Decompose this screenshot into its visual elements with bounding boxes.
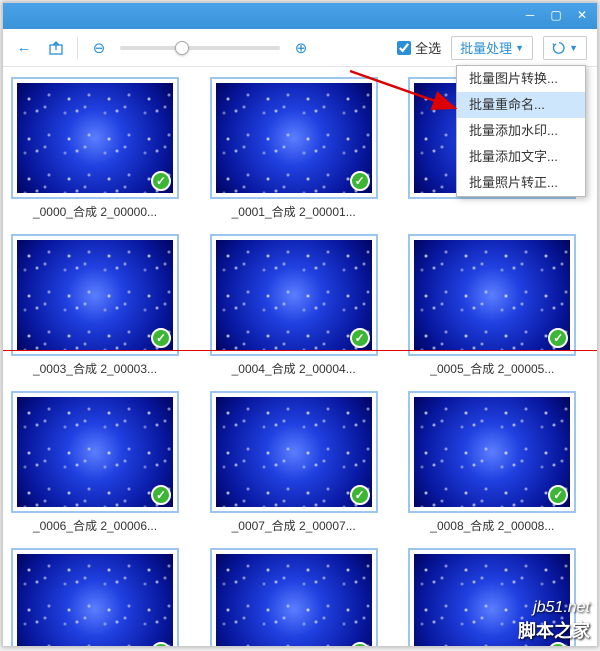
batch-process-label: 批量处理 [460, 38, 512, 57]
thumbnail-image[interactable]: ✓ [210, 77, 378, 199]
thumbnail-image[interactable]: ✓ [408, 391, 576, 513]
thumbnail-caption: _0003_合成 2_00003... [11, 360, 179, 377]
back-button[interactable]: ← [13, 37, 35, 59]
watermark-domain: jb51.net [518, 599, 590, 617]
up-level-button[interactable] [45, 37, 67, 59]
thumbnail[interactable]: ✓ _0005_合成 2_00005... [408, 234, 576, 377]
check-icon: ✓ [151, 171, 171, 191]
minimize-button[interactable]: ─ [517, 6, 543, 24]
thumbnail-image[interactable]: ✓ [210, 548, 378, 646]
thumbnail-image[interactable]: ✓ [210, 391, 378, 513]
thumbnail[interactable]: ✓ _0003_合成 2_00003... [11, 234, 179, 377]
thumbnail-image[interactable]: ✓ [11, 548, 179, 646]
thumbnail-image[interactable]: ✓ [11, 234, 179, 356]
menu-item[interactable]: 批量图片转换... [457, 66, 585, 92]
rotate-button[interactable]: ▼ [543, 36, 587, 60]
select-all-input[interactable] [397, 41, 411, 55]
thumbnail-caption: _0005_合成 2_00005... [408, 360, 576, 377]
watermark: jb51.net 脚本之家 [518, 599, 590, 643]
zoom-slider-knob[interactable] [175, 41, 189, 55]
check-icon: ✓ [350, 485, 370, 505]
zoom-slider[interactable] [120, 46, 280, 50]
maximize-button[interactable]: ▢ [543, 6, 569, 24]
thumbnail[interactable]: ✓ [210, 548, 378, 646]
check-icon: ✓ [151, 485, 171, 505]
check-icon: ✓ [350, 328, 370, 348]
watermark-name: 脚本之家 [518, 617, 590, 643]
thumbnail-caption: _0006_合成 2_00006... [11, 517, 179, 534]
annotation-line [3, 350, 597, 351]
thumbnail-image[interactable]: ✓ [11, 77, 179, 199]
select-all-checkbox[interactable]: 全选 [397, 38, 441, 57]
thumbnail-image[interactable]: ✓ [210, 234, 378, 356]
zoom-in-button[interactable]: ⊕ [290, 37, 312, 59]
close-button[interactable]: ✕ [569, 6, 595, 24]
thumbnail-image[interactable]: ✓ [408, 234, 576, 356]
zoom-out-button[interactable]: ⊖ [88, 37, 110, 59]
thumbnail[interactable]: ✓ _0000_合成 2_00000... [11, 77, 179, 220]
thumbnail-caption: _0000_合成 2_00000... [11, 203, 179, 220]
chevron-down-icon: ▼ [515, 43, 524, 53]
check-icon: ✓ [350, 171, 370, 191]
menu-item[interactable]: 批量重命名... [457, 92, 585, 118]
thumbnail[interactable]: ✓ [11, 548, 179, 646]
menu-item[interactable]: 批量照片转正... [457, 170, 585, 196]
select-all-label: 全选 [415, 38, 441, 57]
thumbnail[interactable]: ✓ _0001_合成 2_00001... [210, 77, 378, 220]
toolbar: ← ⊖ ⊕ 全选 批量处理 ▼ ▼ [3, 29, 597, 67]
batch-process-button[interactable]: 批量处理 ▼ [451, 36, 533, 60]
menu-item[interactable]: 批量添加水印... [457, 118, 585, 144]
thumbnail-image[interactable]: ✓ [11, 391, 179, 513]
thumbnail[interactable]: ✓ _0007_合成 2_00007... [210, 391, 378, 534]
thumbnail-caption: _0001_合成 2_00001... [210, 203, 378, 220]
batch-process-menu: 批量图片转换...批量重命名...批量添加水印...批量添加文字...批量照片转… [456, 65, 586, 197]
titlebar[interactable]: ─ ▢ ✕ [3, 3, 597, 29]
thumbnail[interactable]: ✓ _0006_合成 2_00006... [11, 391, 179, 534]
thumbnail[interactable]: ✓ _0004_合成 2_00004... [210, 234, 378, 377]
check-icon: ✓ [151, 328, 171, 348]
thumbnail-caption: _0004_合成 2_00004... [210, 360, 378, 377]
chevron-down-icon: ▼ [569, 43, 578, 53]
menu-item[interactable]: 批量添加文字... [457, 144, 585, 170]
thumbnail[interactable]: ✓ _0008_合成 2_00008... [408, 391, 576, 534]
thumbnail-caption: _0008_合成 2_00008... [408, 517, 576, 534]
thumbnail-caption: _0007_合成 2_00007... [210, 517, 378, 534]
